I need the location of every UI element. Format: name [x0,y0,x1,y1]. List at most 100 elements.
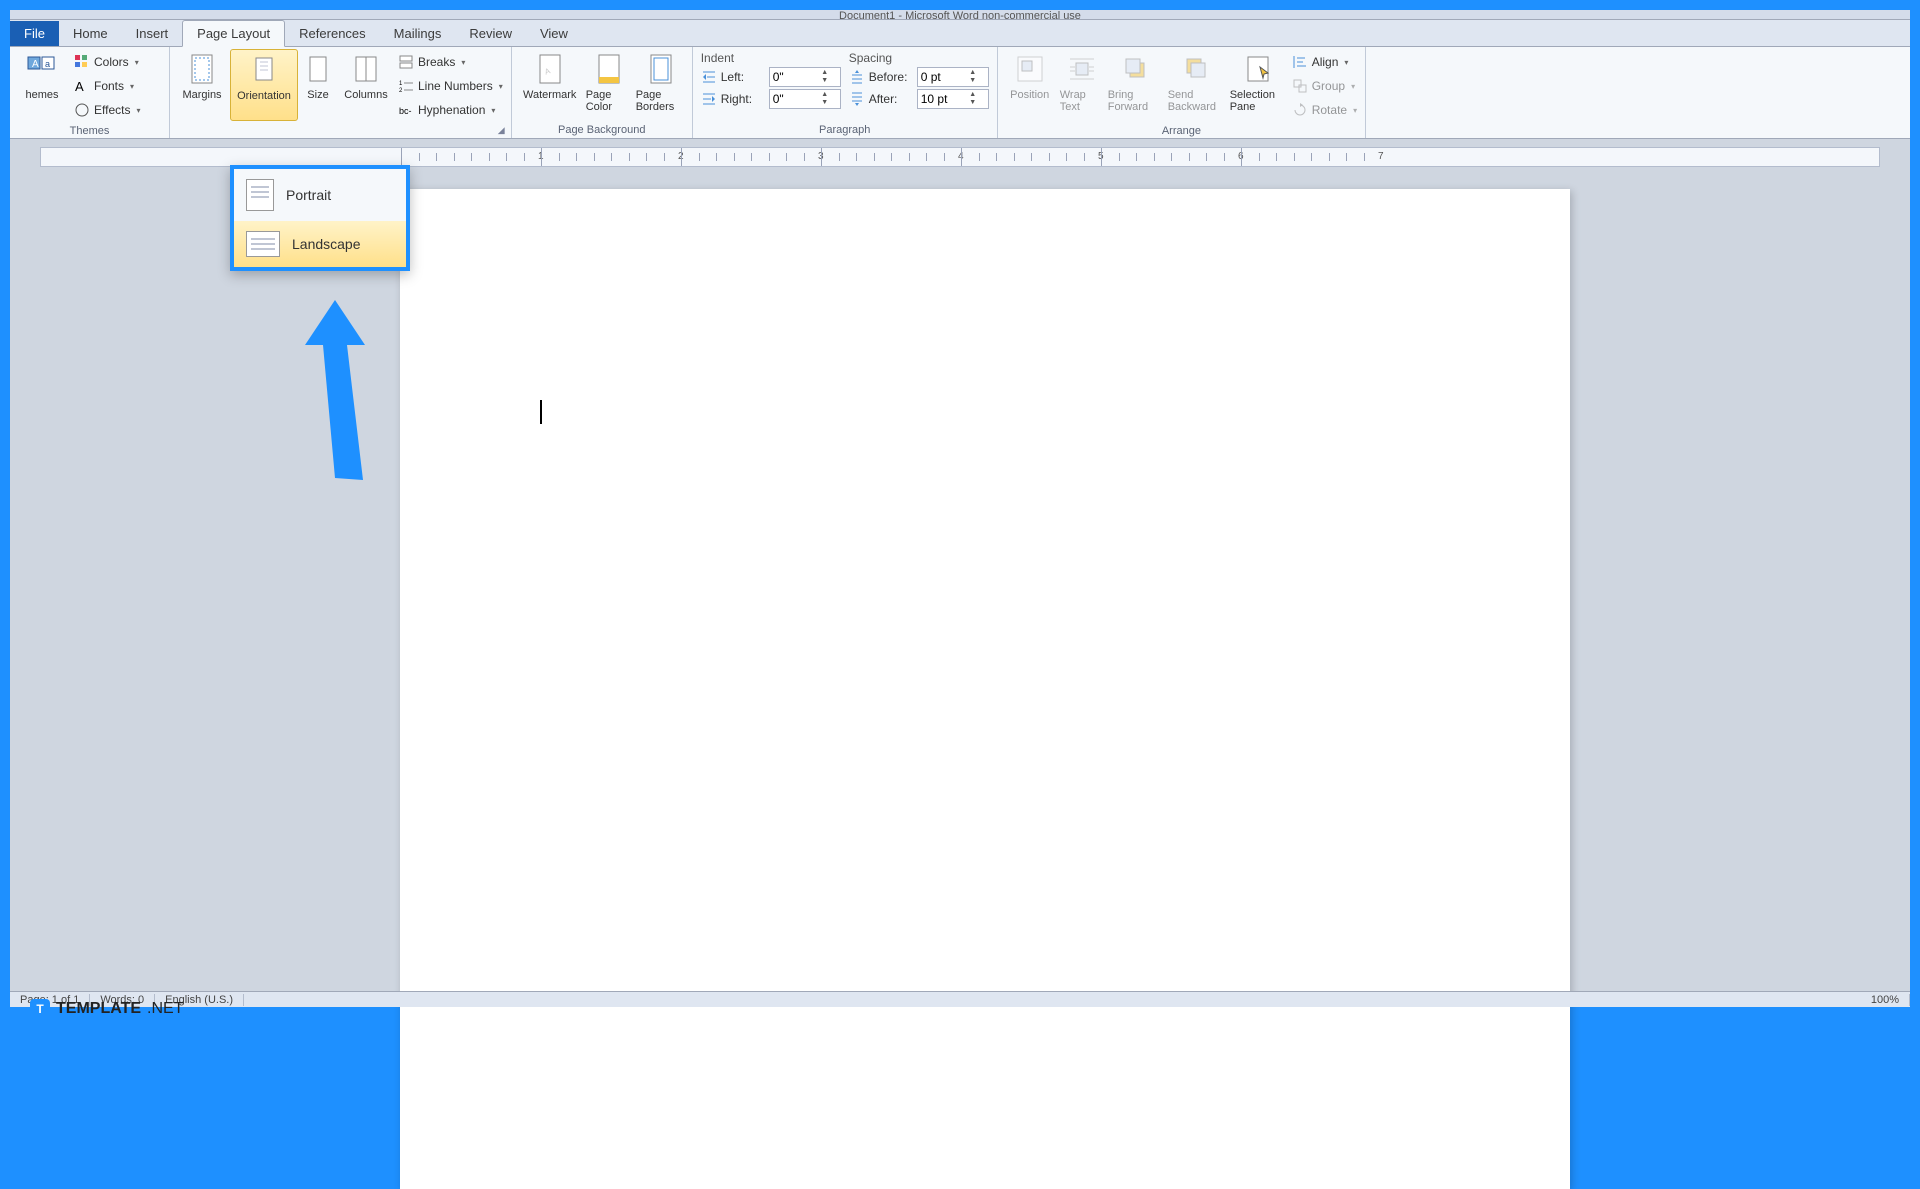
send-backward-button[interactable]: Send Backward [1166,49,1228,121]
spin-up-icon[interactable]: ▲ [966,91,980,99]
selection-pane-button[interactable]: Selection Pane [1228,49,1288,121]
indent-right-icon [701,91,717,107]
group-page-setup-label: ◢ [174,134,507,138]
page-borders-icon [645,53,677,85]
send-backward-label: Send Backward [1168,89,1226,113]
svg-text:a: a [45,59,50,69]
page-color-icon [593,53,625,85]
themes-label: hemes [25,89,58,101]
tab-view[interactable]: View [526,21,582,46]
orientation-button[interactable]: Orientation [230,49,298,121]
rotate-button[interactable]: Rotate▾ [1288,99,1361,121]
size-button[interactable]: Size [298,49,338,121]
tab-insert[interactable]: Insert [122,21,183,46]
spin-up-icon[interactable]: ▲ [966,69,980,77]
annotation-arrow [305,300,385,480]
columns-label: Columns [344,89,387,101]
tab-home[interactable]: Home [59,21,122,46]
themes-button[interactable]: Aa hemes [14,49,70,121]
orientation-landscape[interactable]: Landscape [234,221,406,267]
indent-right-label: Right: [721,92,765,106]
indent-left-spinner[interactable]: ▲▼ [769,67,841,87]
tab-references[interactable]: References [285,21,379,46]
indent-left-input[interactable] [770,70,818,84]
spacing-before-icon [849,69,865,85]
spin-up-icon[interactable]: ▲ [818,91,832,99]
title-bar: Document1 - Microsoft Word non-commercia… [10,10,1910,20]
orientation-portrait[interactable]: Portrait [234,169,406,221]
spin-up-icon[interactable]: ▲ [818,69,832,77]
indent-heading: Indent [701,51,841,65]
page-setup-launcher-icon[interactable]: ◢ [498,125,505,136]
spin-down-icon[interactable]: ▼ [966,99,980,107]
group-button[interactable]: Group▾ [1288,75,1361,97]
status-zoom[interactable]: 100% [1861,994,1910,1006]
tab-mailings[interactable]: Mailings [380,21,456,46]
spacing-before-spinner[interactable]: ▲▼ [917,67,989,87]
align-button[interactable]: Align▾ [1288,51,1361,73]
group-label: Group [1312,79,1345,93]
spacing-before-input[interactable] [918,70,966,84]
bring-forward-button[interactable]: Bring Forward [1106,49,1166,121]
watermark-label: Watermark [523,89,576,101]
spin-down-icon[interactable]: ▼ [818,99,832,107]
fonts-icon: A [74,78,90,94]
svg-text:bc-: bc- [399,106,412,116]
position-icon [1014,53,1046,85]
svg-text:A: A [75,79,84,94]
svg-text:1: 1 [399,81,403,87]
position-button[interactable]: Position [1002,49,1058,121]
tab-page-layout[interactable]: Page Layout [182,20,285,47]
group-page-background: A Watermark Page Color Page Borders Page… [512,47,693,138]
page-borders-button[interactable]: Page Borders [634,49,688,121]
align-icon [1292,54,1308,70]
hyphenation-button[interactable]: bc- Hyphenation▾ [394,99,507,121]
group-paragraph-label: Paragraph [697,122,993,138]
effects-label: Effects [94,103,130,117]
columns-button[interactable]: Columns [338,49,394,121]
rotate-label: Rotate [1312,103,1347,117]
hyphenation-icon: bc- [398,102,414,118]
watermark-icon: A [534,53,566,85]
document-area: 1234567 [10,147,1910,991]
template-net-watermark: T TEMPLATE.NET [30,999,183,1019]
document-page[interactable] [400,189,1570,1189]
wrap-text-button[interactable]: Wrap Text [1058,49,1106,121]
hyphenation-label: Hyphenation [418,103,485,117]
horizontal-ruler[interactable]: 1234567 [40,147,1880,167]
indent-right-spinner[interactable]: ▲▼ [769,89,841,109]
fonts-button[interactable]: A Fonts▾ [70,75,144,97]
spacing-before-label: Before: [869,70,913,84]
size-label: Size [307,89,328,101]
portrait-icon [246,179,274,211]
size-icon [302,53,334,85]
template-net-logo-icon: T [30,999,50,1019]
landscape-icon [246,231,280,257]
indent-right-input[interactable] [770,92,818,106]
svg-text:A: A [32,59,39,70]
spacing-after-spinner[interactable]: ▲▼ [917,89,989,109]
group-paragraph: Indent Left: ▲▼ Right: [693,47,998,138]
page-color-button[interactable]: Page Color [584,49,634,121]
svg-text:2: 2 [399,88,403,94]
group-page-setup: Margins Orientation Size Columns [170,47,512,138]
spacing-after-input[interactable] [918,92,966,106]
tab-review[interactable]: Review [455,21,526,46]
tab-file[interactable]: File [10,21,59,46]
watermark-button[interactable]: A Watermark [516,49,584,121]
ribbon: Aa hemes Colors▾ A Fonts▾ Effect [10,47,1910,139]
breaks-button[interactable]: Breaks▾ [394,51,507,73]
orientation-label: Orientation [237,90,291,102]
spin-down-icon[interactable]: ▼ [966,77,980,85]
margins-button[interactable]: Margins [174,49,230,121]
group-icon [1292,78,1308,94]
margins-icon [186,53,218,85]
colors-button[interactable]: Colors▾ [70,51,144,73]
wrap-text-icon [1066,53,1098,85]
orientation-dropdown: Portrait Landscape [230,165,410,271]
page-borders-label: Page Borders [636,89,686,113]
portrait-label: Portrait [286,187,331,203]
effects-button[interactable]: Effects▾ [70,99,144,121]
spin-down-icon[interactable]: ▼ [818,77,832,85]
line-numbers-button[interactable]: 12 Line Numbers▾ [394,75,507,97]
